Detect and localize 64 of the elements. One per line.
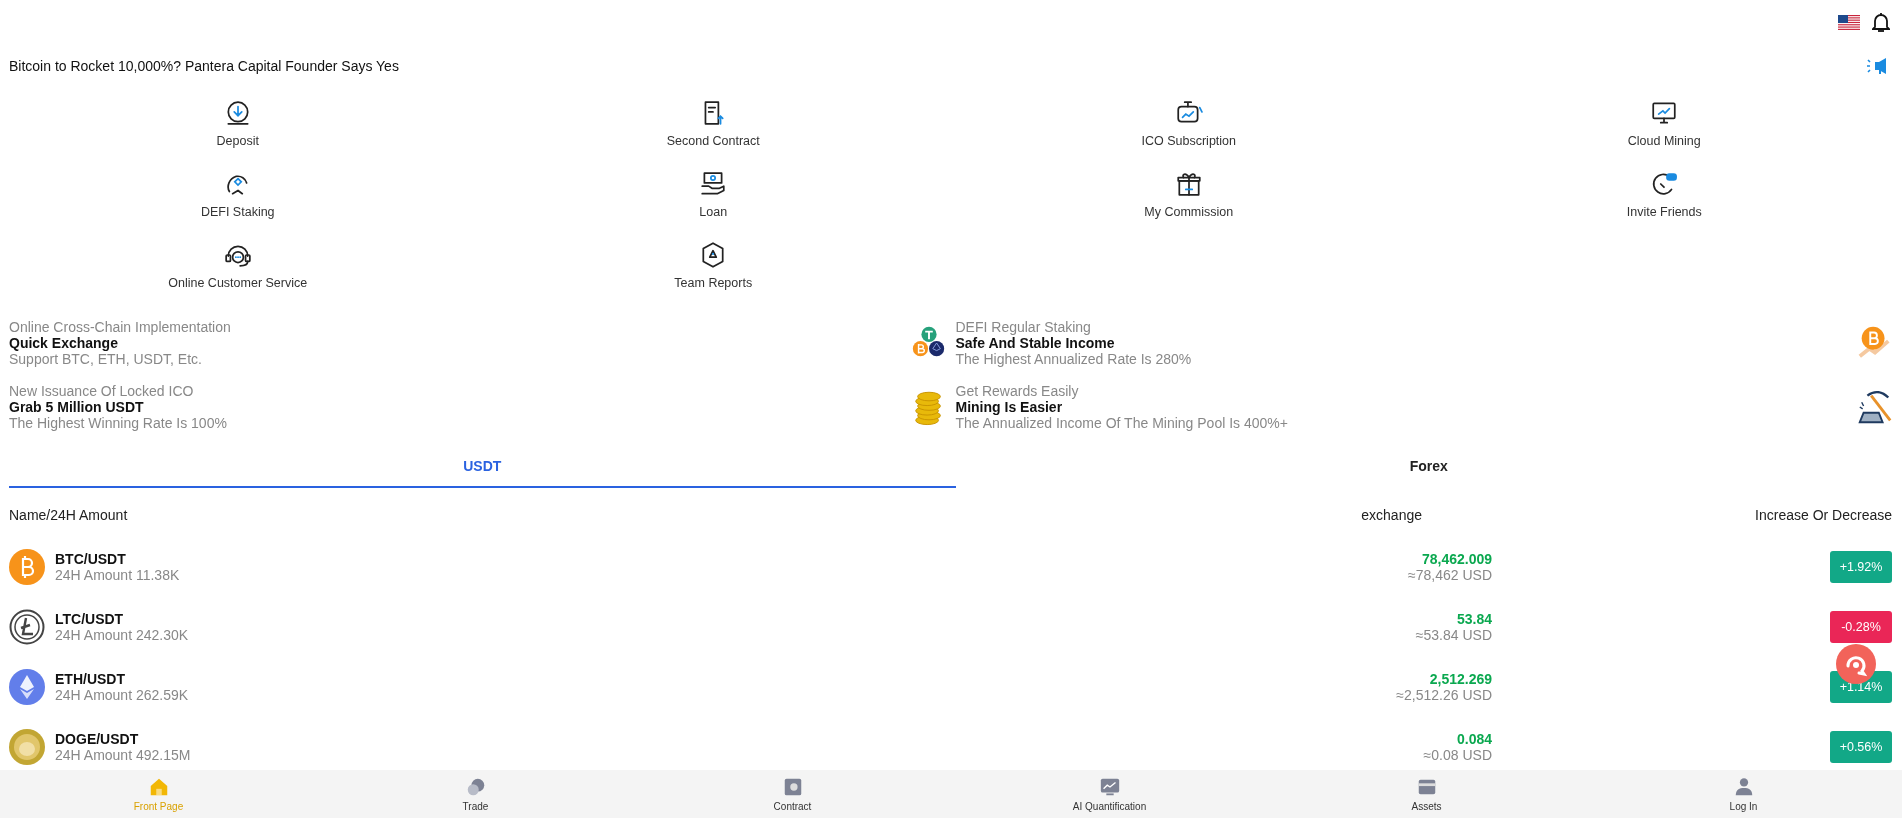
ethereum-icon [9,669,45,705]
gift-icon[interactable] [1174,170,1203,198]
promo-kicker: Online Cross-Chain Implementation [9,319,231,335]
menu-item[interactable]: Team Reports [674,276,753,290]
menu-item[interactable]: Invite Friends [1626,205,1702,219]
nav-tab[interactable]: Assets [1268,770,1585,818]
promo-kicker: DEFI Regular Staking [955,319,1092,335]
nav-tab[interactable]: AI Quantification [951,770,1268,818]
usd-price-text: ≈0.08 USD [1423,747,1492,763]
pair-name[interactable]: DOGE/USDT [55,731,191,747]
usd-price-text: ≈2,512.26 USD [1396,687,1492,703]
dogecoin-icon [9,729,45,765]
menu-item[interactable]: Second Contract [666,134,760,148]
menu-item[interactable]: Loan [699,205,728,219]
promo-subtitle: The Annualized Income Of The Mining Pool Is 400%+ [955,415,1288,431]
menu-item[interactable]: ICO Subscription [1141,134,1236,148]
column-header: Increase Or Decrease [1754,507,1892,523]
bitcoin-icon [9,549,45,585]
monitor-chart-icon[interactable] [1650,99,1679,127]
volume-text: 24H Amount 262.59K [55,687,189,703]
flag-icon[interactable] [1838,14,1860,30]
pair-name[interactable]: BTC/USDT [55,551,180,567]
new-badge-icon[interactable] [1650,170,1679,198]
promo-kicker: New Issuance Of Locked ICO [9,383,195,399]
price-text: 0.084 [1456,731,1492,747]
market-tab[interactable]: USDT [9,446,956,488]
promo-title[interactable]: Grab 5 Million USDT [9,399,227,415]
cash-hand-icon[interactable] [699,170,728,198]
promo-title[interactable]: Mining Is Easier [955,399,1288,415]
litecoin-icon [9,609,45,645]
market-tab[interactable]: Forex [955,446,1902,488]
pair-name[interactable]: ETH/USDT [55,671,189,687]
promo-title[interactable]: Safe And Stable Income [955,335,1192,351]
promo-subtitle: The Highest Winning Rate Is 100% [9,415,227,431]
menu-item[interactable]: Online Customer Service [168,276,308,290]
change-badge: +1.92% [1830,551,1892,583]
promo-subtitle: The Highest Annualized Rate Is 280% [955,351,1192,367]
price-text: 53.84 [1456,611,1492,627]
nav-tab[interactable]: Contract [634,770,951,818]
menu-item[interactable]: Cloud Mining [1627,134,1701,148]
menu-item[interactable]: My Commission [1144,205,1234,219]
nav-tab[interactable]: Trade [317,770,634,818]
nav-tab[interactable]: Log In [1585,770,1902,818]
promo-title[interactable]: Quick Exchange [9,335,231,351]
column-header: Name/24H Amount [9,507,129,523]
promo-kicker: Get Rewards Easily [955,383,1080,399]
column-header: exchange [1360,507,1423,523]
price-text: 2,512.269 [1429,671,1492,687]
menu-item[interactable]: Deposit [216,134,259,148]
change-badge: -0.28% [1830,611,1892,643]
volume-text: 24H Amount 492.15M [55,747,191,763]
bell-icon[interactable] [1872,11,1890,33]
support-chat-icon[interactable] [1836,644,1876,684]
volume-text: 24H Amount 242.30K [55,627,189,643]
menu-item[interactable]: DEFI Staking [200,205,275,219]
price-text: 78,462.009 [1421,551,1492,567]
promo-subtitle: Support BTC, ETH, USDT, Etc. [9,351,203,367]
change-badge: +0.56% [1830,731,1892,763]
news-headline[interactable]: Bitcoin to Rocket 10,000%? Pantera Capital Founder Says Yes [9,58,399,74]
volume-text: 24H Amount 11.38K [55,567,180,583]
usd-price-text: ≈78,462 USD [1408,567,1492,583]
usd-price-text: ≈53.84 USD [1415,627,1492,643]
pair-name[interactable]: LTC/USDT [55,611,189,627]
chart-monitor-icon[interactable] [1098,776,1121,798]
